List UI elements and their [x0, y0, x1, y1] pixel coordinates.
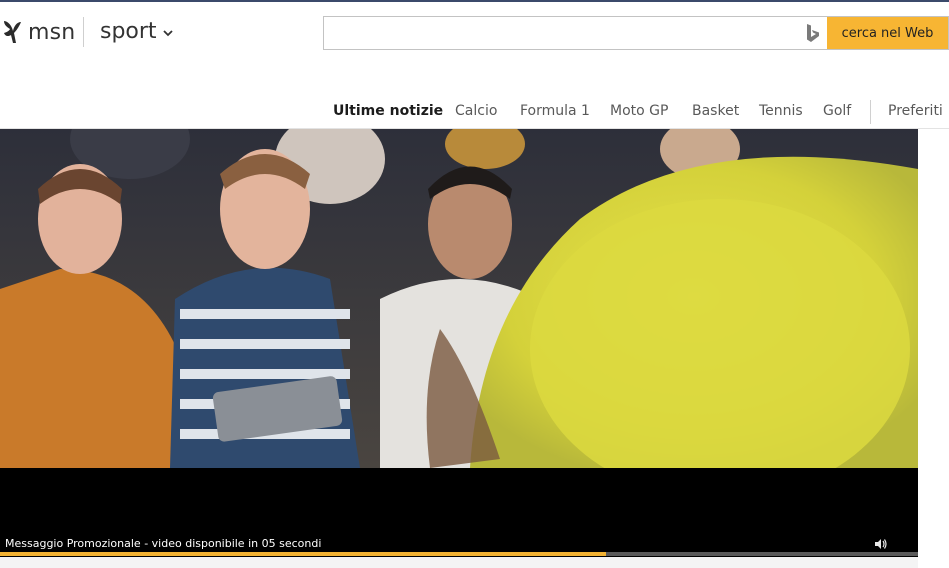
- video-frame[interactable]: [0, 129, 918, 468]
- chevron-down-icon: [162, 30, 173, 37]
- logo-divider: [83, 17, 84, 47]
- search-input[interactable]: [324, 17, 799, 49]
- brand-name: msn: [28, 19, 76, 45]
- bing-logo: [799, 17, 827, 49]
- nav-item-moto-gp[interactable]: Moto GP: [610, 103, 668, 119]
- search-box: cerca nel Web: [323, 16, 949, 50]
- sport-nav: Ultime notizie Calcio Formula 1 Moto GP …: [0, 96, 949, 128]
- nav-divider: [870, 100, 871, 124]
- bing-icon: [807, 24, 819, 42]
- search-web-button[interactable]: cerca nel Web: [827, 17, 948, 49]
- video-progress-fill: [0, 552, 606, 556]
- below-player-area: [0, 557, 918, 568]
- nav-item-ultime-notizie[interactable]: Ultime notizie: [333, 103, 443, 119]
- nav-item-basket[interactable]: Basket: [692, 103, 739, 119]
- nav-item-preferiti[interactable]: Preferiti: [888, 103, 943, 119]
- video-progress-bar[interactable]: [0, 552, 918, 556]
- nav-item-tennis[interactable]: Tennis: [759, 103, 803, 119]
- header: msn sport cerca nel Web: [0, 2, 949, 62]
- promo-message: Messaggio Promozionale - video disponibi…: [5, 537, 322, 550]
- msn-logo[interactable]: msn: [2, 19, 75, 45]
- video-player[interactable]: Messaggio Promozionale - video disponibi…: [0, 129, 918, 557]
- video-ad-frame: [0, 129, 918, 468]
- nav-item-formula-1[interactable]: Formula 1: [520, 103, 590, 119]
- section-selector[interactable]: sport: [100, 19, 173, 44]
- section-label: sport: [100, 19, 157, 44]
- nav-item-calcio[interactable]: Calcio: [455, 103, 497, 119]
- volume-icon: [875, 539, 887, 549]
- msn-butterfly-icon: [4, 21, 21, 43]
- nav-item-golf[interactable]: Golf: [823, 103, 851, 119]
